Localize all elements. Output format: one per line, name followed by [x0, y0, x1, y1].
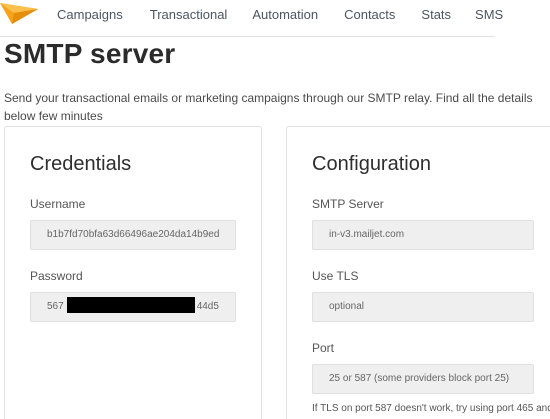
username-label: Username: [30, 197, 86, 211]
password-label: Password: [30, 269, 83, 283]
top-navigation: Campaigns Transactional Automation Conta…: [0, 0, 503, 37]
nav-menu: Campaigns Transactional Automation Conta…: [57, 7, 503, 22]
nav-automation[interactable]: Automation: [252, 7, 318, 22]
username-field[interactable]: b1b7fd70bfa63d66496ae204da14b9ed: [30, 220, 236, 250]
nav-campaigns[interactable]: Campaigns: [57, 7, 123, 22]
page-intro: Send your transactional emails or market…: [4, 91, 533, 123]
credentials-card: Credentials Username b1b7fd70bfa63d66496…: [4, 126, 262, 419]
mailjet-logo-icon[interactable]: [0, 3, 38, 25]
redaction-bar: [66, 297, 195, 314]
password-prefix: 567: [47, 301, 64, 312]
configuration-title: Configuration: [312, 153, 431, 175]
password-field[interactable]: 567 44d5: [30, 292, 236, 322]
nav-transactional[interactable]: Transactional: [150, 7, 228, 22]
configuration-card: Configuration SMTP Server in-v3.mailjet.…: [286, 126, 550, 419]
nav-stats[interactable]: Stats: [421, 7, 451, 22]
nav-contacts[interactable]: Contacts: [344, 7, 395, 22]
page-title: SMTP server: [4, 38, 176, 69]
port-label: Port: [312, 341, 335, 355]
nav-sms[interactable]: SMS: [475, 7, 503, 22]
port-field[interactable]: 25 or 587 (some providers block port 25): [312, 364, 534, 394]
smtp-settings-page: Campaigns Transactional Automation Conta…: [0, 0, 550, 419]
password-suffix: 44d5: [196, 301, 219, 312]
smtp-server-label: SMTP Server: [312, 197, 384, 211]
credentials-title: Credentials: [30, 153, 132, 175]
use-tls-field[interactable]: optional: [312, 292, 534, 322]
smtp-server-field[interactable]: in-v3.mailjet.com: [312, 220, 534, 250]
use-tls-label: Use TLS: [312, 269, 359, 283]
tls-port-note: If TLS on port 587 doesn't work, try usi…: [312, 403, 550, 414]
